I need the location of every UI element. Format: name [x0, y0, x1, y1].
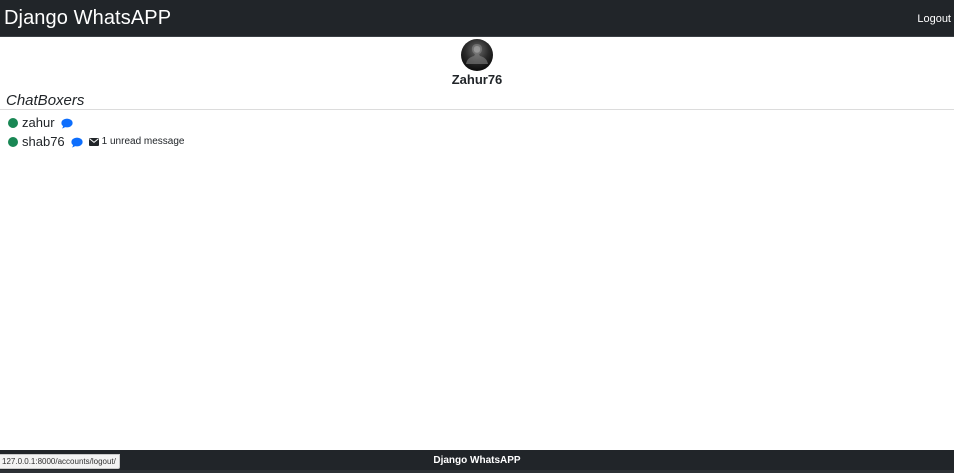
profile-username: Zahur76	[451, 72, 503, 87]
online-status-icon	[8, 137, 18, 147]
chat-icon[interactable]	[71, 137, 83, 148]
top-navbar: Django WhatsAPP Logout	[0, 0, 954, 37]
unread-message-text: 1 unread message	[101, 136, 185, 147]
navbar-brand[interactable]: Django WhatsAPP	[4, 6, 171, 30]
avatar	[461, 39, 493, 71]
footer-text: Django WhatsAPP	[433, 455, 521, 466]
online-status-icon	[8, 118, 18, 128]
logout-link[interactable]: Logout	[917, 12, 951, 26]
list-item: zahur	[8, 115, 73, 131]
contact-name[interactable]: shab76	[22, 134, 65, 150]
profile-block: Zahur76	[0, 39, 954, 87]
page-footer: Django WhatsAPP	[0, 450, 954, 473]
list-item: shab76 1 unread message	[8, 134, 185, 150]
contact-name[interactable]: zahur	[22, 115, 55, 131]
browser-status-url: 127.0.0.1:8000/accounts/logout/	[0, 454, 120, 469]
chat-icon[interactable]	[60, 118, 73, 129]
chatboxers-heading: ChatBoxers	[6, 92, 85, 109]
section-divider	[0, 109, 954, 110]
envelope-icon	[88, 138, 99, 146]
